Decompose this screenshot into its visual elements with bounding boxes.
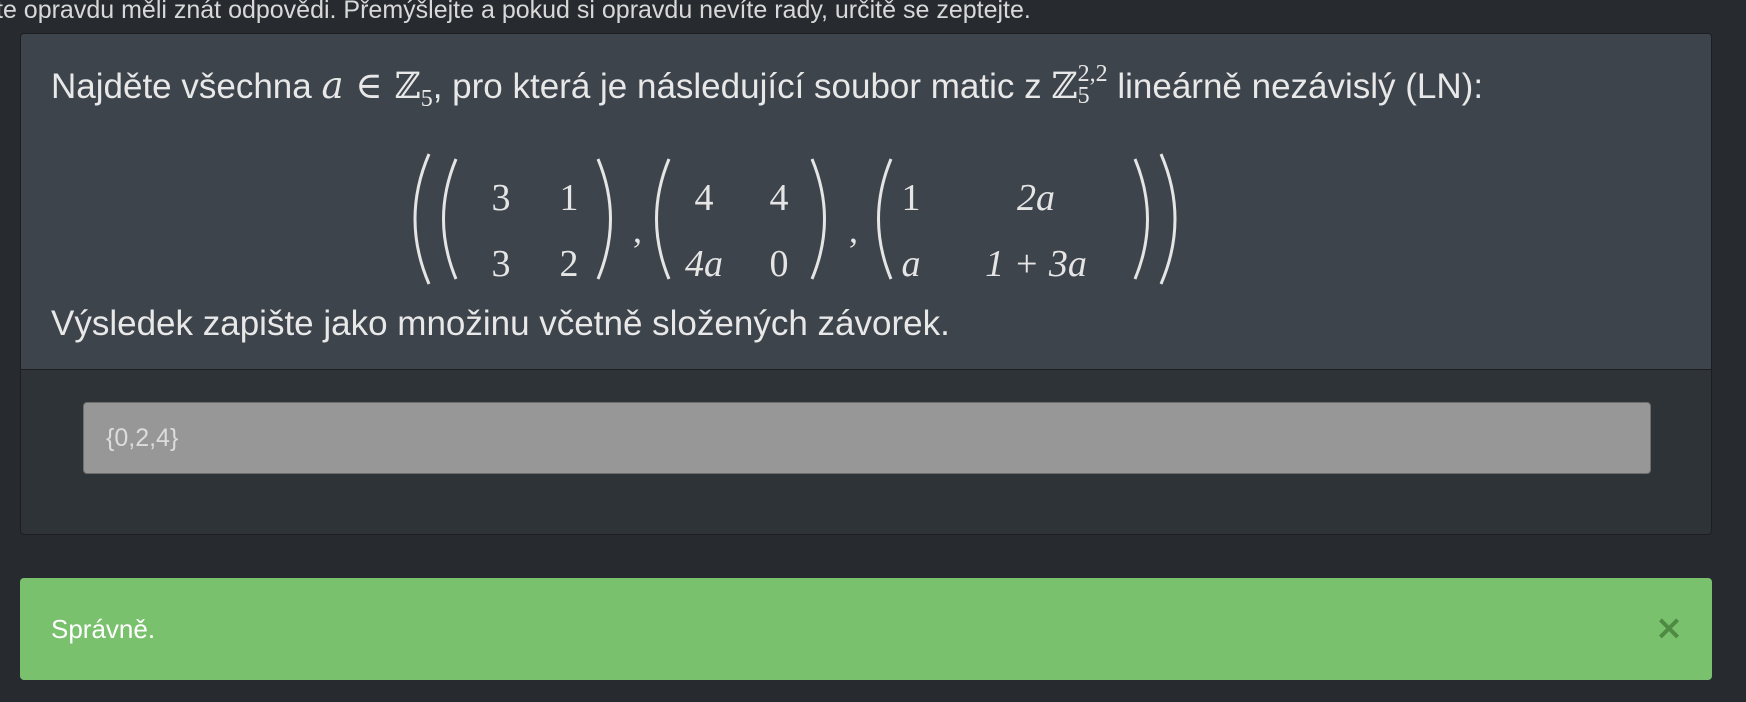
matrix-dim-superscript: 2,2	[1077, 60, 1108, 87]
matrix-formula: 3 1 3 2 , 4 4 4a 0 , 1 2a a 1 + 3a	[21, 144, 1711, 294]
outer-left-paren	[413, 153, 431, 285]
close-icon[interactable]: ×	[1654, 611, 1684, 645]
matrix1-right-paren	[596, 158, 612, 280]
prompt-before: Najděte všechna	[51, 67, 322, 106]
matrix-space-indices: 2,2 5	[1077, 60, 1108, 109]
m3-r2c1: a	[902, 243, 921, 285]
prompt-middle: , pro která je následující soubor matic …	[432, 67, 1052, 106]
matrix2-right-paren	[810, 158, 826, 280]
m2-r2c1: 4a	[685, 243, 723, 285]
m2-r1c2: 4	[770, 177, 789, 219]
m1-r2c2: 2	[560, 243, 579, 285]
answer-input[interactable]	[83, 402, 1651, 474]
outer-right-paren	[1159, 153, 1177, 285]
matrix2-left-paren	[655, 158, 671, 280]
comma-1: ,	[633, 210, 642, 250]
instruction-text: te opravdu měli znát odpovědi. Přemýšlej…	[0, 0, 1031, 24]
question-panel: Najděte všechna a ∈ ℤ5, pro která je nás…	[20, 33, 1712, 535]
matrix1-left-paren	[442, 158, 458, 280]
m1-r2c1: 3	[492, 243, 511, 285]
m2-r1c1: 4	[695, 177, 714, 219]
m3-r2c2: 1 + 3a	[985, 243, 1087, 285]
alert-message: Správně.	[51, 614, 156, 644]
matrix-modulus-subscript: 5	[1077, 82, 1090, 109]
question-prompt: Najděte všechna a ∈ ℤ5, pro která je nás…	[51, 60, 1484, 121]
var-a: a	[321, 64, 344, 107]
matrix3-right-paren	[1133, 158, 1149, 280]
modulus-subscript: 5	[420, 86, 433, 112]
element-of-symbol: ∈	[343, 64, 395, 107]
m3-r1c2: 2a	[1017, 177, 1055, 219]
matrix3-left-paren	[877, 158, 893, 280]
m1-r1c2: 1	[560, 177, 579, 219]
question-header: Najděte všechna a ∈ ℤ5, pro která je nás…	[21, 34, 1711, 370]
prompt-after: lineárně nezávislý (LN):	[1107, 67, 1484, 106]
success-alert: Správně. ×	[20, 578, 1712, 680]
integers-symbol: ℤ	[394, 66, 421, 107]
m1-r1c1: 3	[492, 177, 511, 219]
m2-r2c2: 0	[770, 243, 789, 285]
m3-r1c1: 1	[902, 177, 921, 219]
comma-2: ,	[849, 210, 858, 250]
answer-instruction: Výsledek zapište jako množinu včetně slo…	[51, 304, 950, 343]
integers-symbol-2: ℤ	[1051, 66, 1078, 107]
